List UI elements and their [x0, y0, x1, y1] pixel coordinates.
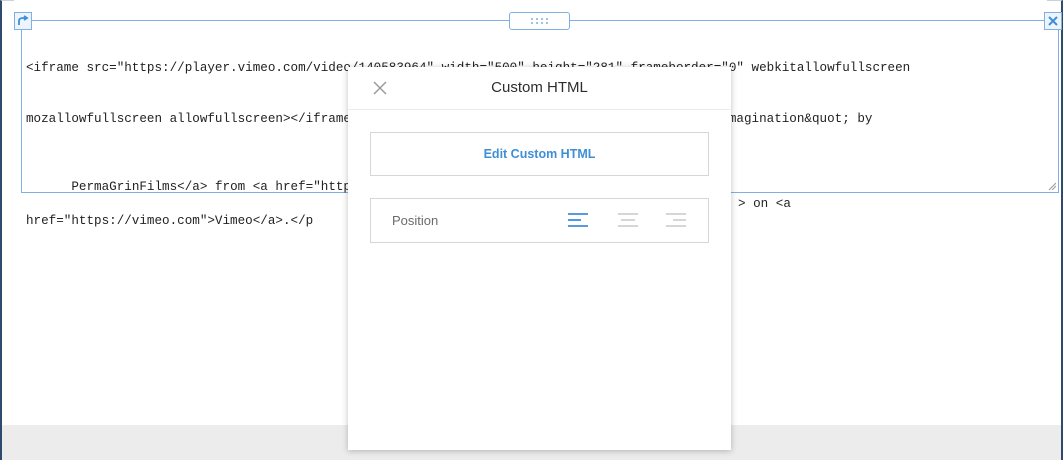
drag-handle[interactable] [509, 12, 570, 30]
edit-custom-html-button[interactable]: Edit Custom HTML [370, 132, 709, 176]
grip-icon [530, 18, 548, 24]
align-right-icon[interactable] [666, 212, 686, 228]
resize-handle-icon[interactable] [1048, 182, 1056, 190]
remove-block-button[interactable] [1044, 12, 1062, 30]
custom-html-panel: Custom HTML Edit Custom HTML Position [348, 67, 731, 450]
position-control: Position [370, 198, 709, 243]
panel-header: Custom HTML [348, 67, 731, 110]
panel-title: Custom HTML [491, 79, 588, 96]
code-segment: > on <a [738, 197, 791, 211]
code-segment: PermaGrinFilms</a> from <a href="https [71, 180, 359, 194]
move-block-button[interactable] [14, 12, 32, 30]
close-icon [1048, 16, 1058, 26]
position-label: Position [392, 213, 439, 228]
arrow-icon [18, 15, 29, 25]
align-left-icon[interactable] [568, 212, 588, 228]
align-center-icon[interactable] [618, 212, 638, 228]
